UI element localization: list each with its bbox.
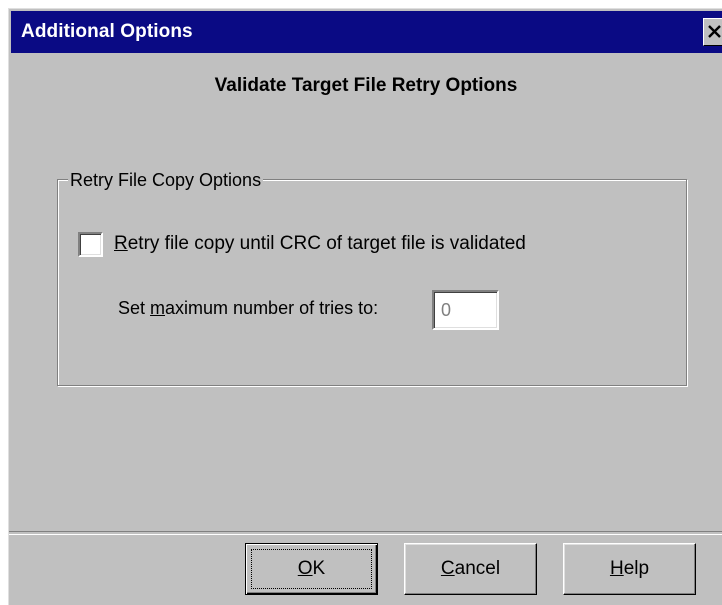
close-button[interactable] — [703, 18, 722, 46]
max-tries-label-post: aximum number of tries to: — [165, 298, 379, 318]
focus-rectangle — [251, 549, 372, 589]
title-bar[interactable]: Additional Options — [11, 11, 722, 53]
max-tries-label-pre: Set — [118, 298, 151, 318]
help-mnemonic: H — [609, 558, 624, 579]
ok-button[interactable]: OK — [245, 543, 378, 595]
retry-checkbox-label-text: etry file copy until CRC of target file … — [127, 233, 526, 254]
close-icon — [708, 25, 721, 38]
separator-line — [9, 531, 722, 535]
retry-checkbox[interactable] — [78, 232, 103, 257]
dialog-heading: Validate Target File Retry Options — [214, 75, 518, 96]
cancel-label: ancel — [454, 558, 501, 579]
help-label: elp — [623, 558, 650, 579]
max-tries-label: Set maximum number of tries to: — [118, 298, 378, 319]
window-title: Additional Options — [21, 21, 193, 42]
retry-checkbox-label[interactable]: Retry file copy until CRC of target file… — [114, 233, 526, 255]
mnemonic-r: R — [114, 233, 128, 254]
max-tries-input[interactable] — [432, 290, 499, 330]
dialog-window: Additional Options Validate Target File … — [8, 8, 722, 605]
cancel-button[interactable]: Cancel — [404, 543, 537, 595]
groupbox-legend: Retry File Copy Options — [68, 170, 264, 191]
mnemonic-m: m — [150, 298, 166, 318]
help-button[interactable]: Help — [563, 543, 696, 595]
cancel-mnemonic: C — [440, 558, 455, 579]
retry-options-groupbox — [57, 179, 687, 386]
